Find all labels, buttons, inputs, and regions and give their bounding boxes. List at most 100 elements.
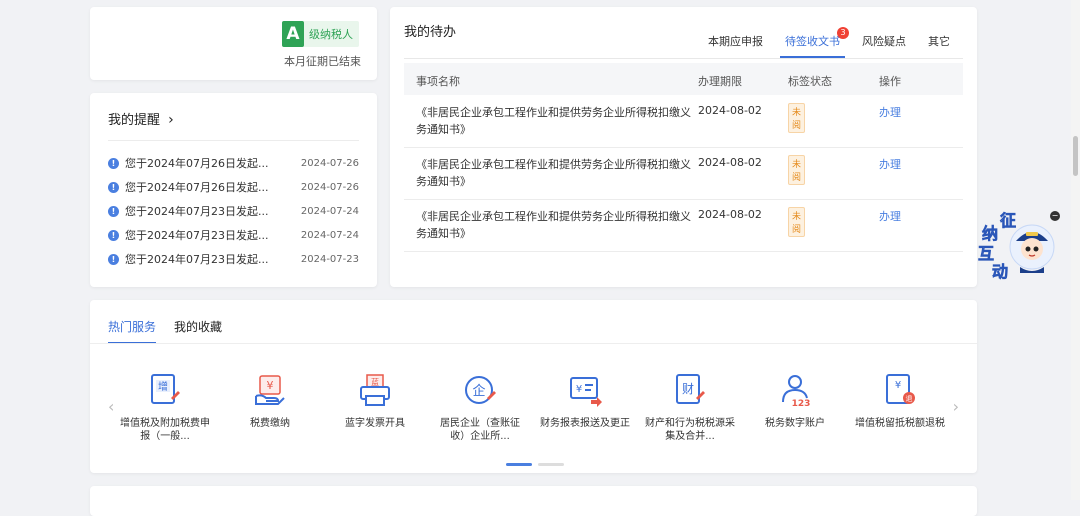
chevron-left-icon[interactable]: ‹ xyxy=(108,397,114,416)
reminder-date: 2024-07-24 xyxy=(300,229,359,241)
vat-refund-icon: ¥ 退 xyxy=(886,374,915,404)
tab-current-declare[interactable]: 本期应申报 xyxy=(697,33,774,58)
reminder-item[interactable]: ! 您于2024年07月26日发起... 2024-07-26 xyxy=(108,175,359,199)
svg-text:退: 退 xyxy=(906,394,913,403)
service-label: 增值税留抵税额退税 xyxy=(855,418,945,429)
column-header: 办理期限 xyxy=(698,75,742,88)
column-header: 事项名称 xyxy=(416,75,460,88)
reminder-date: 2024-07-24 xyxy=(300,205,359,217)
svg-text:蓝: 蓝 xyxy=(371,377,379,387)
services-tabs: 热门服务 我的收藏 xyxy=(108,318,240,344)
pagination-dot[interactable] xyxy=(506,463,532,466)
level-text: 级纳税人 xyxy=(309,28,353,41)
digital-account-icon: 123 xyxy=(782,375,811,408)
item-name: 《非居民企业承包工程作业和提供劳务企业所得税扣缴义务通知书》 xyxy=(416,158,691,188)
carousel-pagination xyxy=(506,463,570,466)
todo-tabs: 本期应申报 待签收文书 3 风险疑点 其它 xyxy=(697,27,961,58)
item-name: 《非居民企业承包工程作业和提供劳务企业所得税扣缴义务通知书》 xyxy=(416,210,691,240)
service-label: 税费缴纳 xyxy=(250,418,290,429)
service-label: 财产和行为税税源采集及合并... xyxy=(645,418,735,442)
invoice-print-icon: 蓝 xyxy=(360,374,390,406)
svg-text:¥: ¥ xyxy=(895,380,901,391)
tab-risk[interactable]: 风险疑点 xyxy=(851,33,917,58)
tax-payment-icon: ¥ xyxy=(255,375,285,405)
reminders-title-link[interactable]: 我的提醒 › xyxy=(108,109,174,128)
reminder-text: 您于2024年07月23日发起... xyxy=(125,229,269,242)
item-deadline: 2024-08-02 xyxy=(698,156,762,169)
table-row: 《非居民企业承包工程作业和提供劳务企业所得税扣缴义务通知书》 2024-08-0… xyxy=(404,147,963,200)
reminders-title: 我的提醒 xyxy=(108,113,161,128)
reminder-text: 您于2024年07月26日发起... xyxy=(125,157,269,170)
status-badge: 未阅 xyxy=(788,207,806,237)
handle-link[interactable]: 办理 xyxy=(879,156,901,172)
reminder-item[interactable]: ! 您于2024年07月23日发起... 2024-07-24 xyxy=(108,199,359,223)
financial-report-icon: ¥ xyxy=(570,377,602,407)
reminder-item[interactable]: ! 您于2024年07月23日发起... 2024-07-24 xyxy=(108,223,359,247)
reminder-item[interactable]: ! 您于2024年07月26日发起... 2024-07-26 xyxy=(108,151,359,175)
divider xyxy=(108,140,359,141)
service-label: 增值税及附加税费申报（一般... xyxy=(120,418,210,442)
next-section-card xyxy=(90,486,977,516)
pagination-dot[interactable] xyxy=(538,463,564,466)
chevron-right-icon: › xyxy=(168,112,174,128)
item-name: 《非居民企业承包工程作业和提供劳务企业所得税扣缴义务通知书》 xyxy=(416,106,691,136)
reminder-text: 您于2024年07月26日发起... xyxy=(125,181,269,194)
tab-hot-services[interactable]: 热门服务 xyxy=(108,318,157,344)
status-badge: 未阅 xyxy=(788,155,806,185)
enterprise-tax-icon: 企 xyxy=(465,376,496,404)
interaction-widget[interactable]: 征 纳 互 动 − xyxy=(976,205,1062,285)
reminder-date: 2024-07-23 xyxy=(300,253,359,265)
reminders-card: 我的提醒 › ! 您于2024年07月26日发起... 2024-07-26 !… xyxy=(90,93,377,287)
taxpayer-level-badge: A 级纳税人 xyxy=(282,21,359,47)
divider xyxy=(90,343,977,344)
tab-other[interactable]: 其它 xyxy=(917,33,961,58)
period-status: 本月征期已结束 xyxy=(284,55,361,68)
reminder-date: 2024-07-26 xyxy=(300,181,359,193)
handle-link[interactable]: 办理 xyxy=(879,104,901,120)
svg-text:123: 123 xyxy=(792,399,811,408)
service-blue-invoice[interactable]: 蓝 蓝字发票开具 xyxy=(330,372,420,430)
handle-link[interactable]: 办理 xyxy=(879,208,901,224)
service-label: 税务数字账户 xyxy=(765,418,825,429)
services-card: 热门服务 我的收藏 ‹ › 增 增值税及附加税费申报（一般... ¥ 税费缴纳 … xyxy=(90,300,977,473)
service-vat-refund[interactable]: ¥ 退 增值税留抵税额退税 xyxy=(855,372,945,430)
info-icon: ! xyxy=(108,229,119,241)
tab-label: 待签收文书 xyxy=(785,35,840,48)
close-icon[interactable]: − xyxy=(1050,211,1060,221)
svg-text:企: 企 xyxy=(472,383,485,399)
page-scrollbar[interactable] xyxy=(1071,0,1080,500)
chevron-right-icon[interactable]: › xyxy=(953,397,959,416)
tab-documents-pending[interactable]: 待签收文书 3 xyxy=(774,27,851,58)
service-label: 财务报表报送及更正 xyxy=(540,418,630,429)
svg-text:¥: ¥ xyxy=(576,384,582,395)
info-icon: ! xyxy=(108,181,119,193)
tab-my-favorites[interactable]: 我的收藏 xyxy=(174,318,222,344)
reminder-text: 您于2024年07月23日发起... xyxy=(125,253,269,266)
item-deadline: 2024-08-02 xyxy=(698,104,762,117)
svg-text:财: 财 xyxy=(682,382,694,396)
item-deadline: 2024-08-02 xyxy=(698,208,762,221)
service-property-behavior-tax[interactable]: 财 财产和行为税税源采集及合并... xyxy=(645,372,735,443)
widget-char: 征 xyxy=(1000,211,1017,231)
service-enterprise-income-tax[interactable]: 企 居民企业（查账征收）企业所... xyxy=(435,372,525,443)
property-tax-icon: 财 xyxy=(676,374,705,404)
service-digital-account[interactable]: 123 税务数字账户 xyxy=(750,372,840,430)
reminder-item[interactable]: ! 您于2024年07月23日发起... 2024-07-23 xyxy=(108,247,359,271)
column-header: 标签状态 xyxy=(788,75,832,88)
count-badge: 3 xyxy=(837,27,849,39)
service-financial-report[interactable]: ¥ 财务报表报送及更正 xyxy=(540,372,630,430)
status-badge: 未阅 xyxy=(788,103,806,133)
widget-char: 动 xyxy=(992,262,1009,282)
service-vat-declare[interactable]: 增 增值税及附加税费申报（一般... xyxy=(120,372,210,443)
service-tax-payment[interactable]: ¥ 税费缴纳 xyxy=(225,372,315,430)
reminder-list: ! 您于2024年07月26日发起... 2024-07-26 ! 您于2024… xyxy=(108,151,359,271)
todo-card: 我的待办 本期应申报 待签收文书 3 风险疑点 其它 事项名称 办理期限 标签状… xyxy=(390,7,977,287)
scroll-thumb[interactable] xyxy=(1073,136,1078,176)
service-label: 蓝字发票开具 xyxy=(345,418,405,429)
table-row: 《非居民企业承包工程作业和提供劳务企业所得税扣缴义务通知书》 2024-08-0… xyxy=(404,95,963,148)
info-icon: ! xyxy=(108,157,119,169)
todo-title: 我的待办 xyxy=(404,25,457,40)
table-row: 《非居民企业承包工程作业和提供劳务企业所得税扣缴义务通知书》 2024-08-0… xyxy=(404,199,963,252)
info-icon: ! xyxy=(108,205,119,217)
divider xyxy=(404,58,963,59)
